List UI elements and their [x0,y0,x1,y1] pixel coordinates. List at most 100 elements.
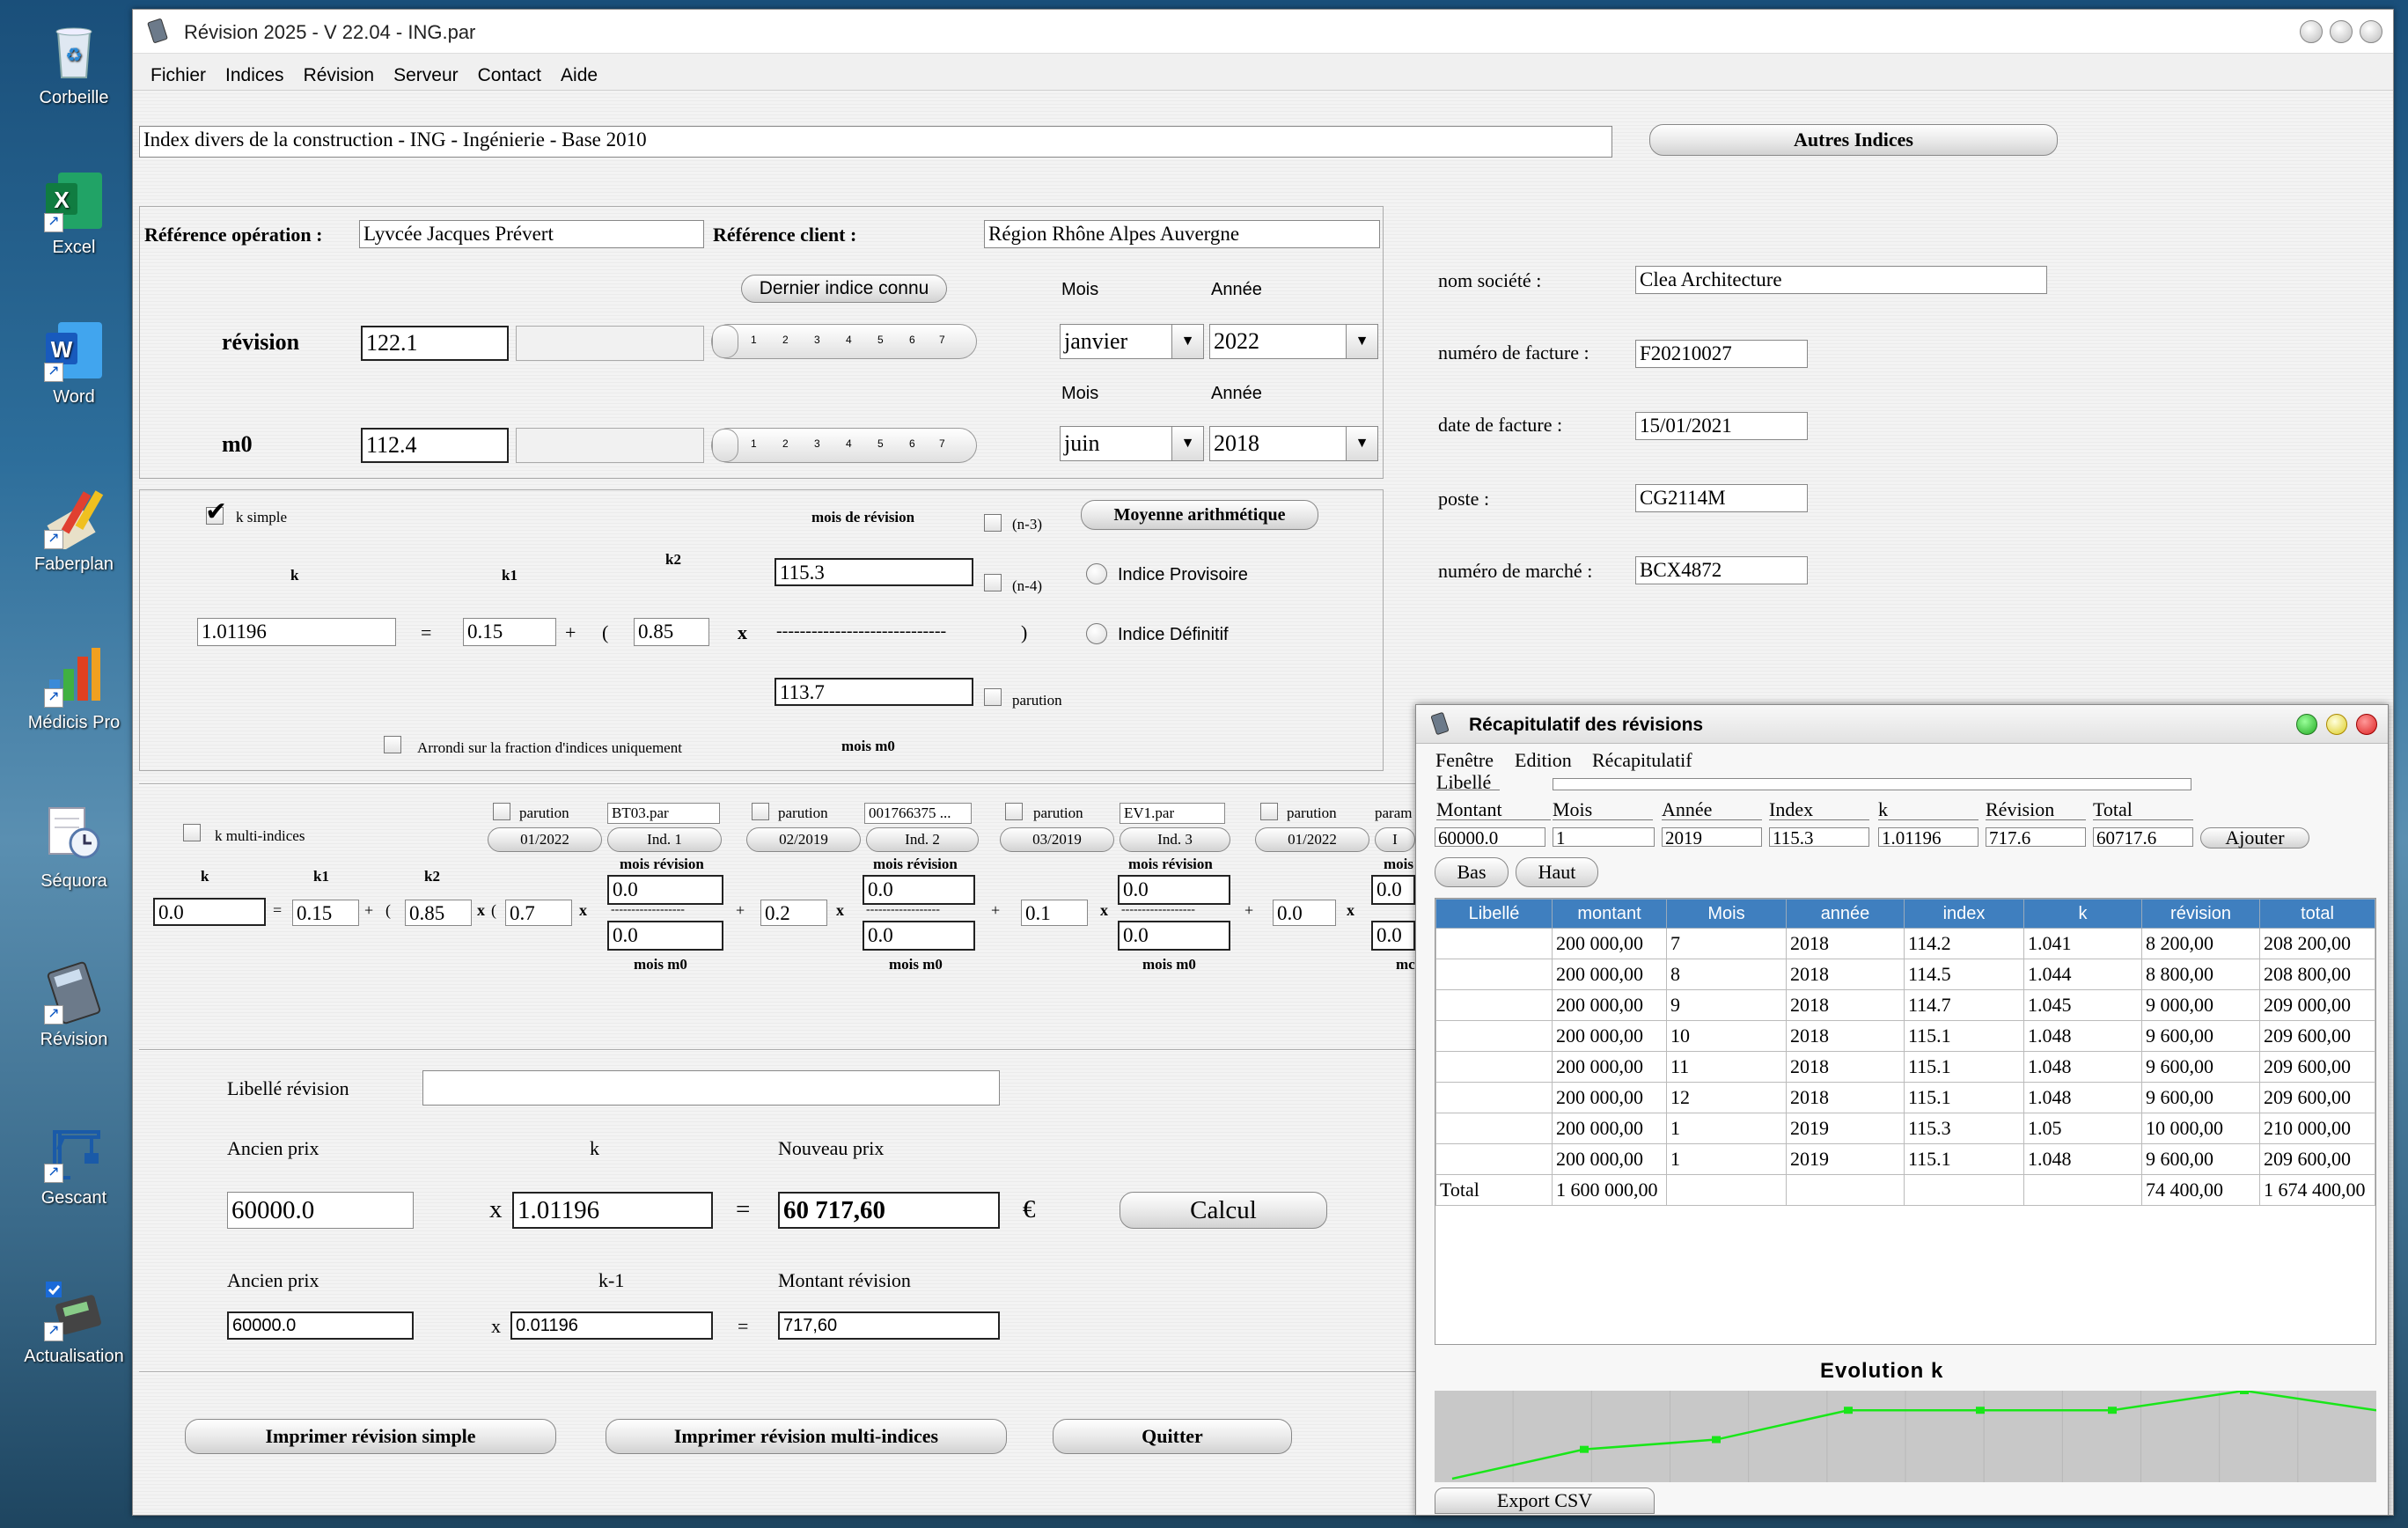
print-multi-button[interactable]: Imprimer révision multi-indices [606,1419,1007,1454]
col-montant[interactable]: montant [1552,899,1667,929]
group2-revision-input[interactable]: 0.0 [863,875,975,905]
chart-point[interactable] [1976,1407,1985,1414]
col-k[interactable]: k [2023,899,2142,929]
reference-operation-input[interactable]: Lyvcée Jacques Prévert [359,220,704,248]
menu-revision[interactable]: Révision [294,54,385,98]
recap-menu-recapitulatif[interactable]: Récapitulatif [1592,749,1692,772]
table-total-row[interactable]: Total 1 600 000,00 74 400,00 1 674 400,00 [1435,1174,2375,1206]
desktop-icon-excel[interactable]: X ↗ Excel [9,169,139,258]
revision-slider[interactable]: 1 2 3 4 5 6 7 [711,324,977,359]
reference-client-input[interactable]: Région Rhône Alpes Auvergne [984,220,1380,248]
minimize-button[interactable] [2300,20,2323,43]
group4-revision-input[interactable]: 0.0 [1371,875,1415,905]
desktop-icon-actualisation[interactable]: ↗ Actualisation [9,1278,139,1367]
desktop-icon-sequora[interactable]: Séquora [9,803,139,892]
group3-coef-input[interactable]: 0.1 [1021,900,1088,926]
marche-input[interactable]: BCX4872 [1635,556,1808,584]
m0-index-value[interactable]: 113.7 [775,678,973,706]
group4-m0-input[interactable]: 0.0 [1371,921,1415,951]
index-name-field[interactable]: Index divers de la construction - ING - … [139,126,1612,158]
recap-libelle-input[interactable] [1553,778,2191,790]
revision-annee-select[interactable]: 2022 ▼ [1209,324,1378,359]
moyenne-arithmetique-button[interactable]: Moyenne arithmétique [1081,500,1318,530]
group3-ind-button[interactable]: Ind. 3 [1120,827,1230,852]
facture-input[interactable]: F20210027 [1635,340,1808,368]
autres-indices-button[interactable]: Autres Indices [1649,124,2058,156]
table-row[interactable]: 200 000,00 11 2018 115.1 1.048 9 600,00 209 60… [1435,1051,2375,1083]
chevron-down-icon[interactable]: ▼ [1346,427,1377,460]
multi-k1-input[interactable]: 0.15 [292,900,359,926]
calcul-button[interactable]: Calcul [1120,1192,1327,1229]
table-row[interactable]: 200 000,00 12 2018 115.1 1.048 9 600,00 209 60… [1435,1082,2375,1113]
multi-k2-input[interactable]: 0.85 [405,900,472,926]
desktop-icon-word[interactable]: W ↗ Word [9,319,139,408]
indice-provisoire-radio[interactable] [1086,563,1107,584]
group1-date-button[interactable]: 01/2022 [488,827,602,852]
title-bar[interactable]: Révision 2025 - V 22.04 - ING.par [133,10,2393,54]
date-facture-input[interactable]: 15/01/2021 [1635,412,1808,440]
maximize-button[interactable] [2326,714,2347,735]
group4-date-button[interactable]: 01/2022 [1255,827,1369,852]
recap-annee-input[interactable]: 2019 [1662,827,1762,847]
group3-revision-input[interactable]: 0.0 [1118,875,1230,905]
menu-aide[interactable]: Aide [551,54,607,98]
recap-montant-input[interactable]: 60000.0 [1435,827,1545,847]
slider-knob[interactable] [712,429,738,462]
m0-index-input[interactable]: 112.4 [361,428,509,463]
n4-checkbox[interactable] [984,574,1002,591]
group2-coef-input[interactable]: 0.2 [760,900,827,926]
chart-point[interactable] [2108,1407,2117,1414]
desktop-icon-corbeille[interactable]: ♻ Corbeille [9,19,139,108]
group2-date-button[interactable]: 02/2019 [746,827,861,852]
indice-definitif-radio[interactable] [1086,623,1107,644]
menu-indices[interactable]: Indices [216,54,294,98]
quit-button[interactable]: Quitter [1053,1419,1292,1454]
print-simple-button[interactable]: Imprimer révision simple [185,1419,556,1454]
libelle-revision-input[interactable] [422,1070,1000,1106]
group1-ind-button[interactable]: Ind. 1 [607,827,722,852]
chart-point[interactable] [2240,1391,2249,1394]
col-annee[interactable]: année [1786,899,1905,929]
recap-index-input[interactable]: 115.3 [1769,827,1869,847]
table-row[interactable]: 200 000,00 8 2018 114.5 1.044 8 800,00 208 800… [1435,959,2375,990]
recap-bas-button[interactable]: Bas [1435,857,1509,887]
recap-revision-input[interactable]: 717.6 [1986,827,2086,847]
revision-mois-select[interactable]: janvier ▼ [1060,324,1204,359]
menu-serveur[interactable]: Serveur [384,54,468,98]
group4-ind-button[interactable]: I [1375,827,1415,852]
group1-file-field[interactable]: BT03.par [607,803,720,824]
menu-contact[interactable]: Contact [468,54,551,98]
col-total[interactable]: total [2259,899,2375,929]
group1-revision-input[interactable]: 0.0 [607,875,723,905]
revision-index-value[interactable]: 115.3 [775,558,973,586]
desktop-icon-revision[interactable]: ↗ Révision [9,961,139,1050]
desktop-icon-gescant[interactable]: ↗ Gescant [9,1120,139,1208]
export-csv-button[interactable]: Export CSV [1435,1488,1655,1514]
group1-m0-input[interactable]: 0.0 [607,921,723,951]
col-mois[interactable]: Mois [1666,899,1787,929]
poste-input[interactable]: CG2114M [1635,484,1808,512]
k-simple-checkbox[interactable]: ✔ [205,499,227,525]
recap-total-input[interactable]: 60717.6 [2093,827,2193,847]
recap-mois-input[interactable]: 1 [1553,827,1655,847]
group2-file-field[interactable]: 001766375 ... [864,803,972,824]
table-row[interactable]: 200 000,00 7 2018 114.2 1.041 8 200,00 208 200… [1435,928,2375,959]
km1-input[interactable]: 0.01196 [510,1311,713,1340]
close-button[interactable] [2356,714,2377,735]
table-row[interactable]: 200 000,00 1 2019 115.3 1.05 10 000,00 210 000… [1435,1113,2375,1144]
group2-ind-button[interactable]: Ind. 2 [866,827,979,852]
recap-menu-fenetre[interactable]: Fenêtre [1435,749,1494,772]
col-libelle[interactable]: Libellé [1435,899,1553,929]
arrondi-checkbox[interactable] [384,736,401,753]
desktop-icon-faberplan[interactable]: ↗ Faberplan [9,486,139,575]
table-row[interactable]: 200 000,00 9 2018 114.7 1.045 9 000,00 209 000… [1435,989,2375,1021]
revision-index-input[interactable]: 122.1 [361,326,509,361]
minimize-button[interactable] [2296,714,2317,735]
n3-checkbox[interactable] [984,514,1002,532]
slider-knob[interactable] [712,325,738,358]
recap-menu-edition[interactable]: Edition [1515,749,1572,772]
ancien-prix-input[interactable]: 60000.0 [227,1192,414,1229]
recap-k-input[interactable]: 1.01196 [1878,827,1979,847]
k-result-input[interactable]: 1.01196 [512,1192,713,1229]
group4-coef-input[interactable]: 0.0 [1273,900,1336,926]
